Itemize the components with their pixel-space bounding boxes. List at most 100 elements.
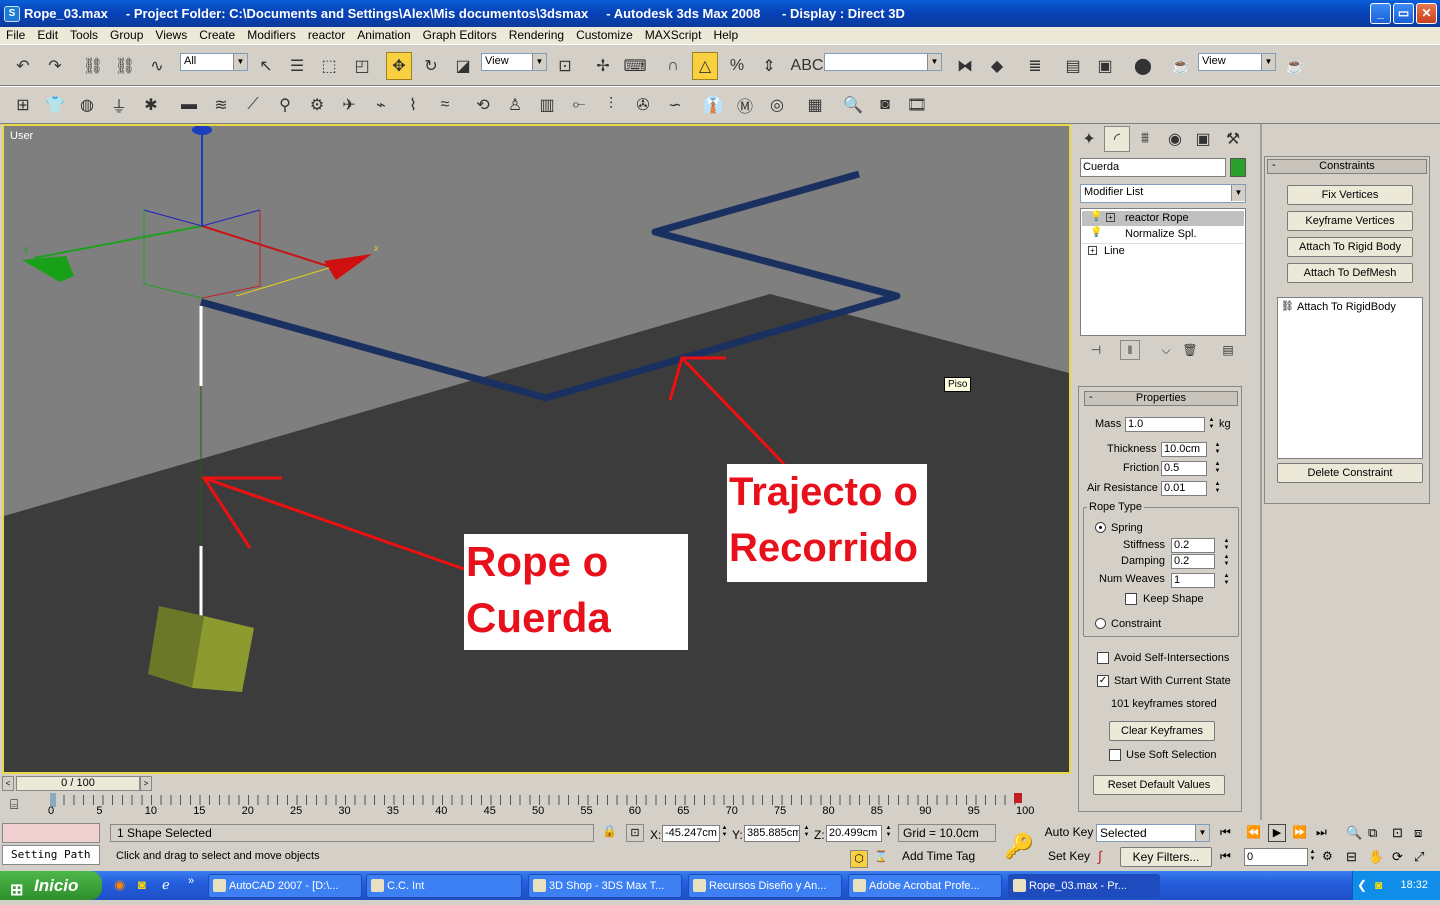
menu-maxscript[interactable]: MAXScript (639, 27, 708, 44)
start-button[interactable]: ⊞ Inicio (0, 871, 102, 900)
task-3d-shop[interactable]: 3D Shop - 3DS Max T... (528, 874, 682, 898)
align-icon[interactable]: ◆ (984, 52, 1010, 80)
constraint-list-item[interactable]: ⛓ Attach To RigidBody (1281, 301, 1421, 315)
motion-tab-icon[interactable]: ◉ (1162, 126, 1188, 152)
key-mode-dropdown[interactable]: Selected ▼ (1096, 824, 1210, 842)
utilities-tab-icon[interactable]: ⚒ (1220, 126, 1246, 152)
snaps-toggle-icon[interactable]: ∩ (660, 52, 686, 80)
maximize-viewport-icon[interactable]: ⤢ (1414, 849, 1424, 865)
show-end-result-icon[interactable]: ‖ (1120, 340, 1140, 360)
key-mode-toggle-icon[interactable]: ⏮ (1220, 849, 1231, 864)
render-view-dropdown[interactable]: View ▼ (1198, 53, 1276, 71)
stiffness-field[interactable]: 0.2 (1171, 538, 1215, 553)
select-by-name-icon[interactable]: ☰ (284, 52, 310, 80)
previous-frame-icon[interactable]: ⏪ (1246, 825, 1261, 839)
absolute-mode-icon[interactable]: ⊡ (626, 824, 644, 842)
auto-key-button[interactable]: Auto Key (1044, 823, 1094, 843)
menu-group[interactable]: Group (104, 27, 149, 44)
pan-icon[interactable]: ✋ (1368, 849, 1384, 865)
task-3dsmax[interactable]: Rope_03.max - Pr... (1008, 874, 1160, 898)
dashpot-icon[interactable]: ⟋ (240, 91, 266, 119)
goto-start-icon[interactable]: ⏮ (1220, 825, 1231, 840)
stack-item-reactor-rope[interactable]: 💡 + reactor Rope (1082, 211, 1244, 226)
maximize-button[interactable]: ▭ (1393, 3, 1414, 24)
pivot-center-icon[interactable]: ⊡ (552, 52, 578, 80)
menu-rendering[interactable]: Rendering (503, 27, 570, 44)
expand-icon[interactable]: + (1106, 213, 1115, 222)
friction-spinner[interactable]: ▲ ▼ (1213, 461, 1222, 476)
redo-icon[interactable]: ↷ (42, 52, 68, 80)
key-filters-button[interactable]: Key Filters... (1120, 847, 1212, 867)
3dsmax-icon[interactable]: S (4, 5, 20, 22)
make-unique-icon[interactable]: ⌵ (1156, 340, 1176, 360)
soft-body-modifier-icon[interactable]: Ⓜ (732, 91, 758, 119)
select-scale-icon[interactable]: ◪ (450, 52, 476, 80)
undo-icon[interactable]: ↶ (10, 52, 36, 80)
task-cc-int[interactable]: C.C. Int (366, 874, 522, 898)
spinner-snap-icon[interactable]: ⇕ (756, 52, 782, 80)
constraint-radio[interactable] (1095, 618, 1106, 629)
lock-selection-icon[interactable]: 🔒 (602, 824, 617, 838)
keyboard-shortcut-icon[interactable]: ⌨ (622, 52, 648, 80)
edit-named-selection-icon[interactable]: ABC (791, 52, 824, 80)
start-current-state-checkbox[interactable]: ✓ (1097, 675, 1109, 687)
select-link-icon[interactable]: ⛓ (80, 52, 106, 80)
delete-constraint-button[interactable]: Delete Constraint (1277, 463, 1423, 483)
deforming-mesh-icon[interactable]: ✱ (138, 91, 164, 119)
selection-filter-dropdown[interactable]: All ▼ (180, 53, 248, 71)
default-tangent-icon[interactable]: ∫ (1098, 848, 1102, 864)
frame-slider-track[interactable]: < 0 / 100 > (0, 775, 1074, 793)
menu-animation[interactable]: Animation (351, 27, 416, 44)
set-key-icon[interactable]: 🔑 (1004, 832, 1034, 861)
y-coordinate-field[interactable]: 385.885cm (744, 825, 800, 842)
fix-vertices-button[interactable]: Fix Vertices (1287, 185, 1413, 205)
wave-icon[interactable]: ≈ (432, 91, 458, 119)
analyze-world-icon[interactable]: 🔍 (840, 91, 866, 119)
zoom-extents-icon[interactable]: ⊡ (1392, 825, 1403, 841)
lightbulb-icon[interactable]: 💡 (1090, 227, 1102, 238)
rope-modifier-icon[interactable]: ◎ (764, 91, 790, 119)
water-icon[interactable]: ⌇ (400, 91, 426, 119)
toy-car-icon[interactable]: ✈ (336, 91, 362, 119)
attach-rigid-body-button[interactable]: Attach To Rigid Body (1287, 237, 1413, 257)
plane-icon[interactable]: ▬ (176, 91, 202, 119)
remove-modifier-icon[interactable]: 🗑 (1180, 340, 1200, 360)
preview-animation-icon[interactable]: ◙ (872, 91, 898, 119)
rigid-body-collection-icon[interactable]: ⊞ (10, 91, 36, 119)
curve-editor-icon[interactable]: ▤ (1060, 52, 1086, 80)
create-animation-icon[interactable]: 🎞 (904, 91, 930, 119)
x-spinner[interactable]: ▲ ▼ (720, 825, 729, 840)
maxscript-mini-listener[interactable]: Setting Path (2, 845, 100, 865)
attach-defmesh-button[interactable]: Attach To DefMesh (1287, 263, 1413, 283)
keyframe-vertices-button[interactable]: Keyframe Vertices (1287, 211, 1413, 231)
y-spinner[interactable]: ▲ ▼ (802, 825, 811, 840)
menu-modifiers[interactable]: Modifiers (241, 27, 302, 44)
mass-spinner[interactable]: ▲ ▼ (1207, 417, 1216, 432)
keep-shape-checkbox[interactable] (1125, 593, 1137, 605)
render-setup-icon[interactable]: ☕ (1168, 52, 1194, 80)
object-color-swatch[interactable] (1230, 158, 1246, 177)
spring-icon[interactable]: ≋ (208, 91, 234, 119)
damping-spinner[interactable]: ▲ ▼ (1222, 554, 1231, 569)
slider-right-arrow[interactable]: > (140, 776, 152, 791)
percent-snap-icon[interactable]: % (724, 52, 750, 80)
soft-body-collection-icon[interactable]: ◍ (74, 91, 100, 119)
menu-views[interactable]: Views (149, 27, 193, 44)
next-frame-icon[interactable]: ⏩ (1292, 825, 1307, 839)
current-frame-field[interactable]: 0 (1244, 848, 1308, 866)
thickness-spinner[interactable]: ▲ ▼ (1213, 442, 1222, 457)
num-weaves-spinner[interactable]: ▲ ▼ (1222, 573, 1231, 588)
slider-left-arrow[interactable]: < (2, 776, 14, 791)
spring-radio[interactable] (1095, 522, 1106, 533)
minimize-button[interactable]: _ (1370, 3, 1391, 24)
properties-rollout-header[interactable]: - Properties (1084, 391, 1238, 406)
time-tag-icon[interactable]: ⌛ (874, 850, 888, 863)
fracture-icon[interactable]: ⌁ (368, 91, 394, 119)
window-crossing-icon[interactable]: ◰ (349, 52, 375, 80)
object-name-field[interactable]: Cuerda (1080, 158, 1226, 177)
quick-render-icon[interactable]: ☕ (1282, 52, 1308, 80)
menu-file[interactable]: File (0, 27, 31, 44)
mass-field[interactable]: 1.0 (1125, 417, 1205, 432)
frame-slider-thumb[interactable]: 0 / 100 (16, 776, 140, 791)
field-of-view-icon[interactable]: ⊟ (1346, 849, 1357, 865)
